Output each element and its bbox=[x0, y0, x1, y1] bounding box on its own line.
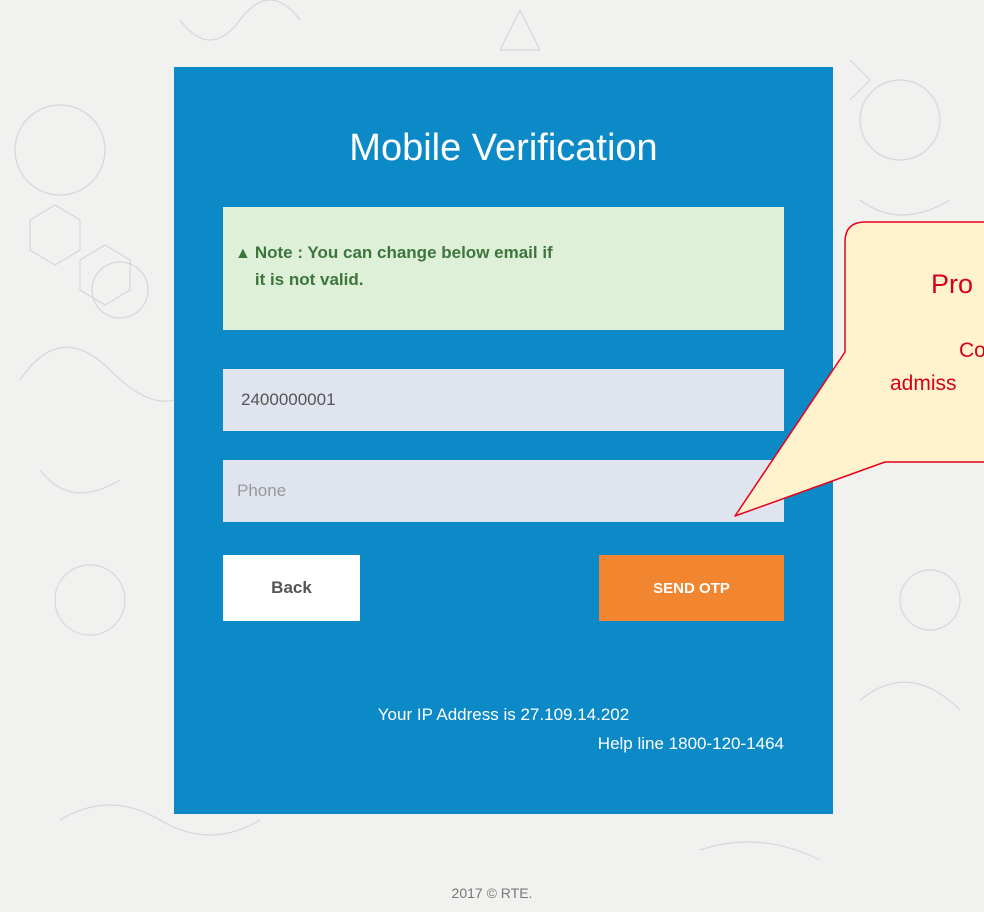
footer-copyright: 2017 © RTE. bbox=[451, 885, 533, 901]
callout-line-3: admiss bbox=[890, 372, 957, 395]
note-alert: ▲ Note : You can change below email if it… bbox=[223, 207, 784, 330]
note-text: Note : You can change below email if it … bbox=[254, 243, 553, 289]
callout-line-2: Co bbox=[959, 339, 984, 362]
ip-address-text: Your IP Address is 27.109.14.202 bbox=[377, 705, 630, 724]
send-otp-button[interactable]: SEND OTP bbox=[599, 555, 784, 621]
user-id-field[interactable] bbox=[223, 369, 784, 431]
page-title: Mobile Verification bbox=[349, 127, 658, 169]
warning-triangle-icon: ▲ bbox=[235, 245, 251, 262]
back-button[interactable]: Back bbox=[223, 555, 360, 621]
callout-line-1: Pro bbox=[931, 269, 974, 299]
helpline-text: Help line 1800-120-1464 bbox=[597, 734, 784, 753]
phone-field[interactable] bbox=[223, 460, 784, 522]
verification-card: Mobile Verification ▲ Note : You can chan… bbox=[174, 67, 833, 814]
